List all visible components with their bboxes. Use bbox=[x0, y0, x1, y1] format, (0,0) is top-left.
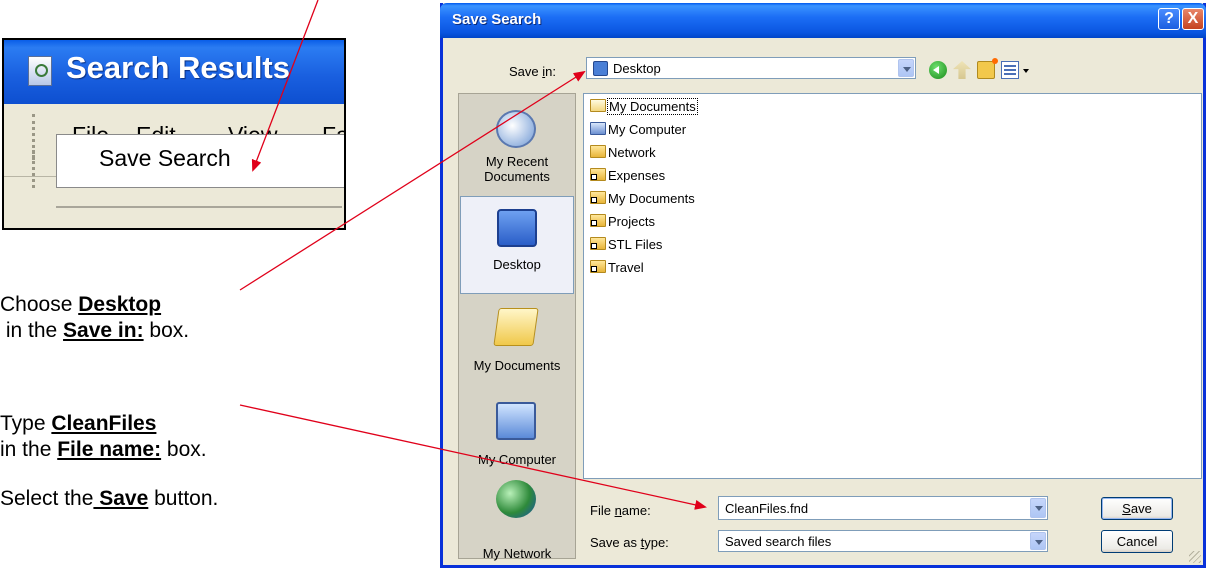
arrow-to-save-in-box bbox=[239, 70, 586, 291]
arrow-to-file-name-box bbox=[239, 404, 707, 510]
annotation-arrows bbox=[239, 0, 707, 510]
arrow-to-save-search bbox=[251, 0, 319, 172]
